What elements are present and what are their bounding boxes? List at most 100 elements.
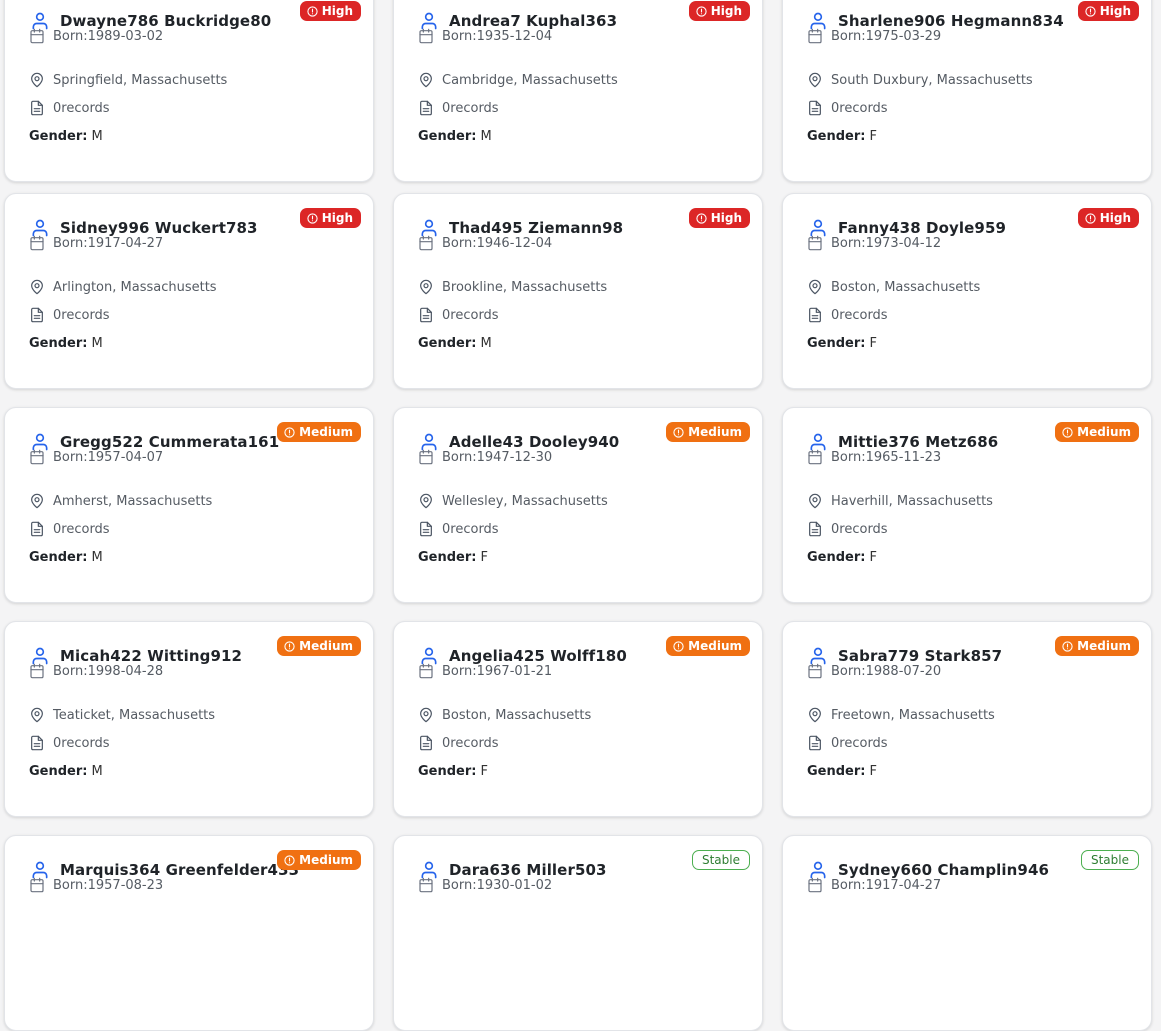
- priority-badge: Medium: [666, 636, 750, 656]
- priority-label: Stable: [701, 853, 740, 867]
- calendar-icon: [419, 235, 433, 251]
- priority-label: High: [1099, 4, 1131, 18]
- birth-date: 1967-01-21: [476, 663, 553, 679]
- gender-value: F: [480, 549, 488, 565]
- map-pin-icon: [420, 72, 432, 88]
- patient-card[interactable]: Thad495 Ziemann98 High Born: 1946-12-04 …: [393, 193, 763, 389]
- patient-card[interactable]: Sydney660 Champlin946 Stable Born: 1917-…: [782, 835, 1152, 1031]
- birth-date: 1965-11-23: [865, 449, 942, 465]
- map-pin-icon: [809, 279, 821, 295]
- location-row: Springfield, Massachusetts: [29, 71, 227, 89]
- birth-date-row: Born: 1973-04-12: [807, 234, 941, 252]
- gender-value: M: [480, 128, 492, 144]
- records-suffix: records: [61, 100, 110, 116]
- map-pin-icon: [809, 72, 821, 88]
- birth-date: 1935-12-04: [476, 28, 553, 44]
- born-prefix: Born:: [831, 449, 866, 465]
- born-prefix: Born:: [53, 449, 88, 465]
- priority-badge: High: [688, 208, 750, 228]
- gender-row: Gender: F: [418, 548, 488, 566]
- birth-date: 1917-04-27: [865, 877, 942, 893]
- born-prefix: Born:: [831, 663, 866, 679]
- file-text-icon: [420, 735, 432, 751]
- records-count: 0: [53, 100, 62, 116]
- birth-date-row: Born: 1957-04-07: [29, 448, 163, 466]
- birth-date: 1946-12-04: [476, 235, 553, 251]
- priority-badge: Medium: [277, 636, 361, 656]
- gender-row: Gender: M: [418, 334, 492, 352]
- patient-card[interactable]: Adelle43 Dooley940 Medium Born: 1947-12-…: [393, 407, 763, 603]
- birth-date: 1957-08-23: [87, 877, 164, 893]
- patient-card[interactable]: Gregg522 Cummerata161 Medium Born: 1957-…: [4, 407, 374, 603]
- file-text-icon: [809, 735, 821, 751]
- location: Boston, Massachusetts: [831, 279, 981, 295]
- birth-date-row: Born: 1967-01-21: [418, 662, 552, 680]
- location-row: Arlington, Massachusetts: [29, 278, 217, 296]
- alert-circle-icon: [284, 854, 295, 866]
- map-pin-icon: [809, 493, 821, 509]
- records-suffix: records: [61, 735, 110, 751]
- records-suffix: records: [839, 735, 888, 751]
- birth-date-row: Born: 1917-04-27: [807, 876, 941, 894]
- records-count: 0: [53, 521, 62, 537]
- birth-date-row: Born: 1930-01-02: [418, 876, 552, 894]
- birth-date-row: Born: 1947-12-30: [418, 448, 552, 466]
- records-row: 0 records: [29, 306, 110, 324]
- records-suffix: records: [839, 307, 888, 323]
- file-text-icon: [31, 307, 43, 323]
- records-row: 0 records: [807, 734, 888, 752]
- priority-label: Stable: [1090, 853, 1129, 867]
- gender-label: Gender:: [418, 128, 477, 144]
- gender-value: M: [91, 763, 103, 779]
- priority-badge: Medium: [666, 422, 750, 442]
- records-count: 0: [442, 307, 451, 323]
- patient-card[interactable]: Sharlene906 Hegmann834 High Born: 1975-0…: [782, 0, 1152, 182]
- patient-card[interactable]: Sidney996 Wuckert783 High Born: 1917-04-…: [4, 193, 374, 389]
- records-row: 0 records: [807, 520, 888, 538]
- alert-circle-icon: [696, 212, 707, 224]
- calendar-icon: [808, 449, 822, 465]
- patient-card[interactable]: Dara636 Miller503 Stable Born: 1930-01-0…: [393, 835, 763, 1031]
- patient-card[interactable]: Marquis364 Greenfelder433 Medium Born: 1…: [4, 835, 374, 1031]
- patient-card[interactable]: Sabra779 Stark857 Medium Born: 1988-07-2…: [782, 621, 1152, 817]
- patient-card[interactable]: Angelia425 Wolff180 Medium Born: 1967-01…: [393, 621, 763, 817]
- location: Boston, Massachusetts: [442, 707, 592, 723]
- map-pin-icon: [31, 707, 43, 723]
- gender-row: Gender: M: [29, 334, 103, 352]
- records-suffix: records: [450, 521, 499, 537]
- records-row: 0 records: [807, 99, 888, 117]
- priority-label: High: [710, 211, 742, 225]
- patient-card[interactable]: Mittie376 Metz686 Medium Born: 1965-11-2…: [782, 407, 1152, 603]
- gender-label: Gender:: [418, 549, 477, 565]
- map-pin-icon: [420, 279, 432, 295]
- records-suffix: records: [450, 735, 499, 751]
- location: South Duxbury, Massachusetts: [831, 72, 1033, 88]
- priority-label: Medium: [1077, 425, 1131, 439]
- gender-row: Gender: M: [29, 127, 103, 145]
- records-suffix: records: [450, 100, 499, 116]
- calendar-icon: [419, 877, 433, 893]
- file-text-icon: [31, 100, 43, 116]
- priority-badge: Stable: [691, 850, 750, 870]
- birth-date: 1957-04-07: [87, 449, 164, 465]
- records-row: 0 records: [807, 306, 888, 324]
- born-prefix: Born:: [53, 877, 88, 893]
- calendar-icon: [30, 663, 44, 679]
- file-text-icon: [420, 521, 432, 537]
- calendar-icon: [808, 28, 822, 44]
- patient-card[interactable]: Fanny438 Doyle959 High Born: 1973-04-12 …: [782, 193, 1152, 389]
- gender-row: Gender: M: [29, 548, 103, 566]
- file-text-icon: [31, 521, 43, 537]
- gender-row: Gender: F: [807, 548, 877, 566]
- patient-card[interactable]: Andrea7 Kuphal363 High Born: 1935-12-04 …: [393, 0, 763, 182]
- file-text-icon: [420, 307, 432, 323]
- alert-circle-icon: [1085, 5, 1096, 17]
- priority-badge: Stable: [1080, 850, 1139, 870]
- patient-card[interactable]: Dwayne786 Buckridge80 High Born: 1989-03…: [4, 0, 374, 182]
- patient-card[interactable]: Micah422 Witting912 Medium Born: 1998-04…: [4, 621, 374, 817]
- alert-circle-icon: [673, 640, 684, 652]
- location-row: Cambridge, Massachusetts: [418, 71, 618, 89]
- location-row: Boston, Massachusetts: [418, 706, 591, 724]
- birth-date: 1975-03-29: [865, 28, 942, 44]
- location-row: Haverhill, Massachusetts: [807, 492, 993, 510]
